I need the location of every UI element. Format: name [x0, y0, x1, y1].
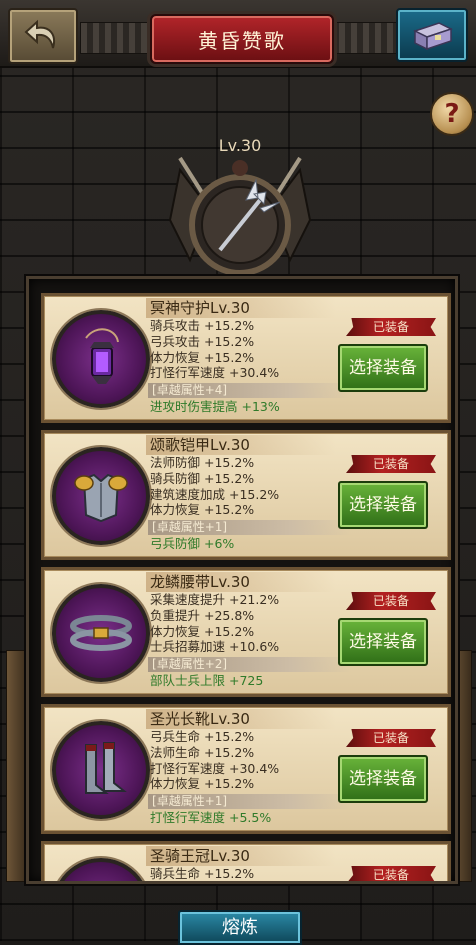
- boots-icon: [85, 742, 127, 794]
- equipment-card: 圣骑王冠Lv.30 骑兵生命 +15.2% 已装备: [41, 841, 451, 884]
- stat-line: 打怪行军速度 +30.4%: [150, 365, 280, 381]
- stat-line: 体力恢复 +15.2%: [150, 776, 255, 792]
- stat-line: 建筑速度加成 +15.2%: [150, 486, 280, 502]
- stat-line: 体力恢复 +15.2%: [150, 502, 255, 518]
- item-stats: 采集速度提升 +21.2% 负重提升 +25.8% 体力恢复 +15.2% 士兵…: [150, 592, 360, 655]
- equipment-card: 冥神守护Lv.30 骑兵攻击 +15.2% 弓兵攻击 +15.2% 体力恢复 +…: [41, 293, 451, 423]
- equipped-badge: 已装备: [346, 729, 436, 747]
- item-name: 冥神守护Lv.30: [146, 298, 336, 318]
- select-equipment-button[interactable]: 选择装备: [338, 481, 428, 529]
- item-icon-frame: [52, 858, 150, 884]
- smelt-button[interactable]: 熔炼: [178, 910, 302, 945]
- equipment-card: 圣光长靴Lv.30 弓兵生命 +15.2% 法师生命 +15.2% 打怪行军速度…: [41, 704, 451, 834]
- excellence-bonus: 打怪行军速度 +5.5%: [150, 810, 272, 825]
- stat-line: 体力恢复 +15.2%: [150, 349, 255, 365]
- item-icon-frame: [52, 584, 150, 682]
- excellence-header: [卓越属性+1]: [148, 794, 352, 809]
- excellence-label: 卓越属性+1: [156, 794, 223, 808]
- help-button[interactable]: ?: [430, 92, 474, 136]
- select-equipment-button[interactable]: 选择装备: [338, 755, 428, 803]
- stat-line: 打怪行军速度 +30.4%: [150, 760, 280, 776]
- stat-line: 骑兵攻击 +15.2%: [150, 318, 255, 333]
- stat-line: 骑兵防御 +15.2%: [150, 470, 255, 486]
- equipped-badge: 已装备: [346, 592, 436, 610]
- equipped-badge: 已装备: [346, 318, 436, 336]
- equipment-card: 颂歌铠甲Lv.30 法师防御 +15.2% 骑兵防御 +15.2% 建筑速度加成…: [41, 430, 451, 560]
- stat-line: 士兵招募加速 +10.6%: [150, 639, 280, 655]
- top-bar: 黄昏赞歌: [0, 0, 476, 68]
- item-stats: 弓兵生命 +15.2% 法师生命 +15.2% 打怪行军速度 +30.4% 体力…: [150, 729, 360, 792]
- item-name: 圣光长靴Lv.30: [146, 709, 336, 729]
- item-stats: 法师防御 +15.2% 骑兵防御 +15.2% 建筑速度加成 +15.2% 体力…: [150, 455, 360, 518]
- title-ornament-right: [326, 22, 398, 54]
- stat-line: 法师防御 +15.2%: [150, 455, 255, 470]
- item-name: 圣骑王冠Lv.30: [146, 846, 336, 866]
- equipment-box-button[interactable]: [396, 8, 468, 62]
- item-stats: 骑兵生命 +15.2%: [150, 866, 360, 881]
- item-icon-frame: [52, 447, 150, 545]
- stat-line: 弓兵生命 +15.2%: [150, 729, 255, 744]
- equipped-badge: 已装备: [346, 866, 436, 881]
- back-button[interactable]: [8, 8, 78, 64]
- stat-line: 体力恢复 +15.2%: [150, 623, 255, 639]
- excellence-bonus: 弓兵防御 +6%: [150, 536, 235, 551]
- crown-icon: [56, 862, 146, 884]
- equipped-badge: 已装备: [346, 455, 436, 473]
- stat-line: 采集速度提升 +21.2%: [150, 592, 280, 607]
- excellence-header: [卓越属性+4]: [148, 383, 352, 398]
- left-frame-ornament: [6, 650, 28, 882]
- lantern-icon: [85, 328, 119, 384]
- item-stats: 骑兵攻击 +15.2% 弓兵攻击 +15.2% 体力恢复 +15.2% 打怪行军…: [150, 318, 360, 381]
- select-equipment-button[interactable]: 选择装备: [338, 618, 428, 666]
- back-arrow-icon: [24, 19, 55, 49]
- stat-line: 法师生命 +15.2%: [150, 744, 255, 760]
- belt-icon: [70, 615, 132, 651]
- excellence-header: [卓越属性+1]: [148, 520, 352, 535]
- item-icon-frame: [52, 721, 150, 819]
- stat-line: 骑兵生命 +15.2%: [150, 866, 255, 881]
- item-name: 龙鳞腰带Lv.30: [146, 572, 336, 592]
- equipment-list-panel[interactable]: 冥神守护Lv.30 骑兵攻击 +15.2% 弓兵攻击 +15.2% 体力恢复 +…: [26, 276, 458, 884]
- excellence-bonus: 进攻时伤害提高 +13%: [150, 399, 280, 414]
- excellence-bonus: 部队士兵上限 +725: [150, 673, 264, 688]
- chest-icon: [413, 22, 453, 51]
- item-icon-frame: [52, 310, 150, 408]
- trident-emblem: [168, 156, 312, 276]
- armor-icon: [74, 473, 128, 523]
- title-ornament-left: [80, 22, 152, 54]
- excellence-label: 卓越属性+4: [156, 383, 223, 397]
- stat-line: 弓兵攻击 +15.2%: [150, 333, 255, 349]
- item-name: 颂歌铠甲Lv.30: [146, 435, 336, 455]
- excellence-header: [卓越属性+2]: [148, 657, 352, 672]
- page-title: 黄昏赞歌: [150, 14, 334, 64]
- excellence-label: 卓越属性+1: [156, 520, 223, 534]
- equipment-card: 龙鳞腰带Lv.30 采集速度提升 +21.2% 负重提升 +25.8% 体力恢复…: [41, 567, 451, 697]
- select-equipment-button[interactable]: 选择装备: [338, 344, 428, 392]
- stat-line: 负重提升 +25.8%: [150, 607, 255, 623]
- excellence-label: 卓越属性+2: [156, 657, 223, 671]
